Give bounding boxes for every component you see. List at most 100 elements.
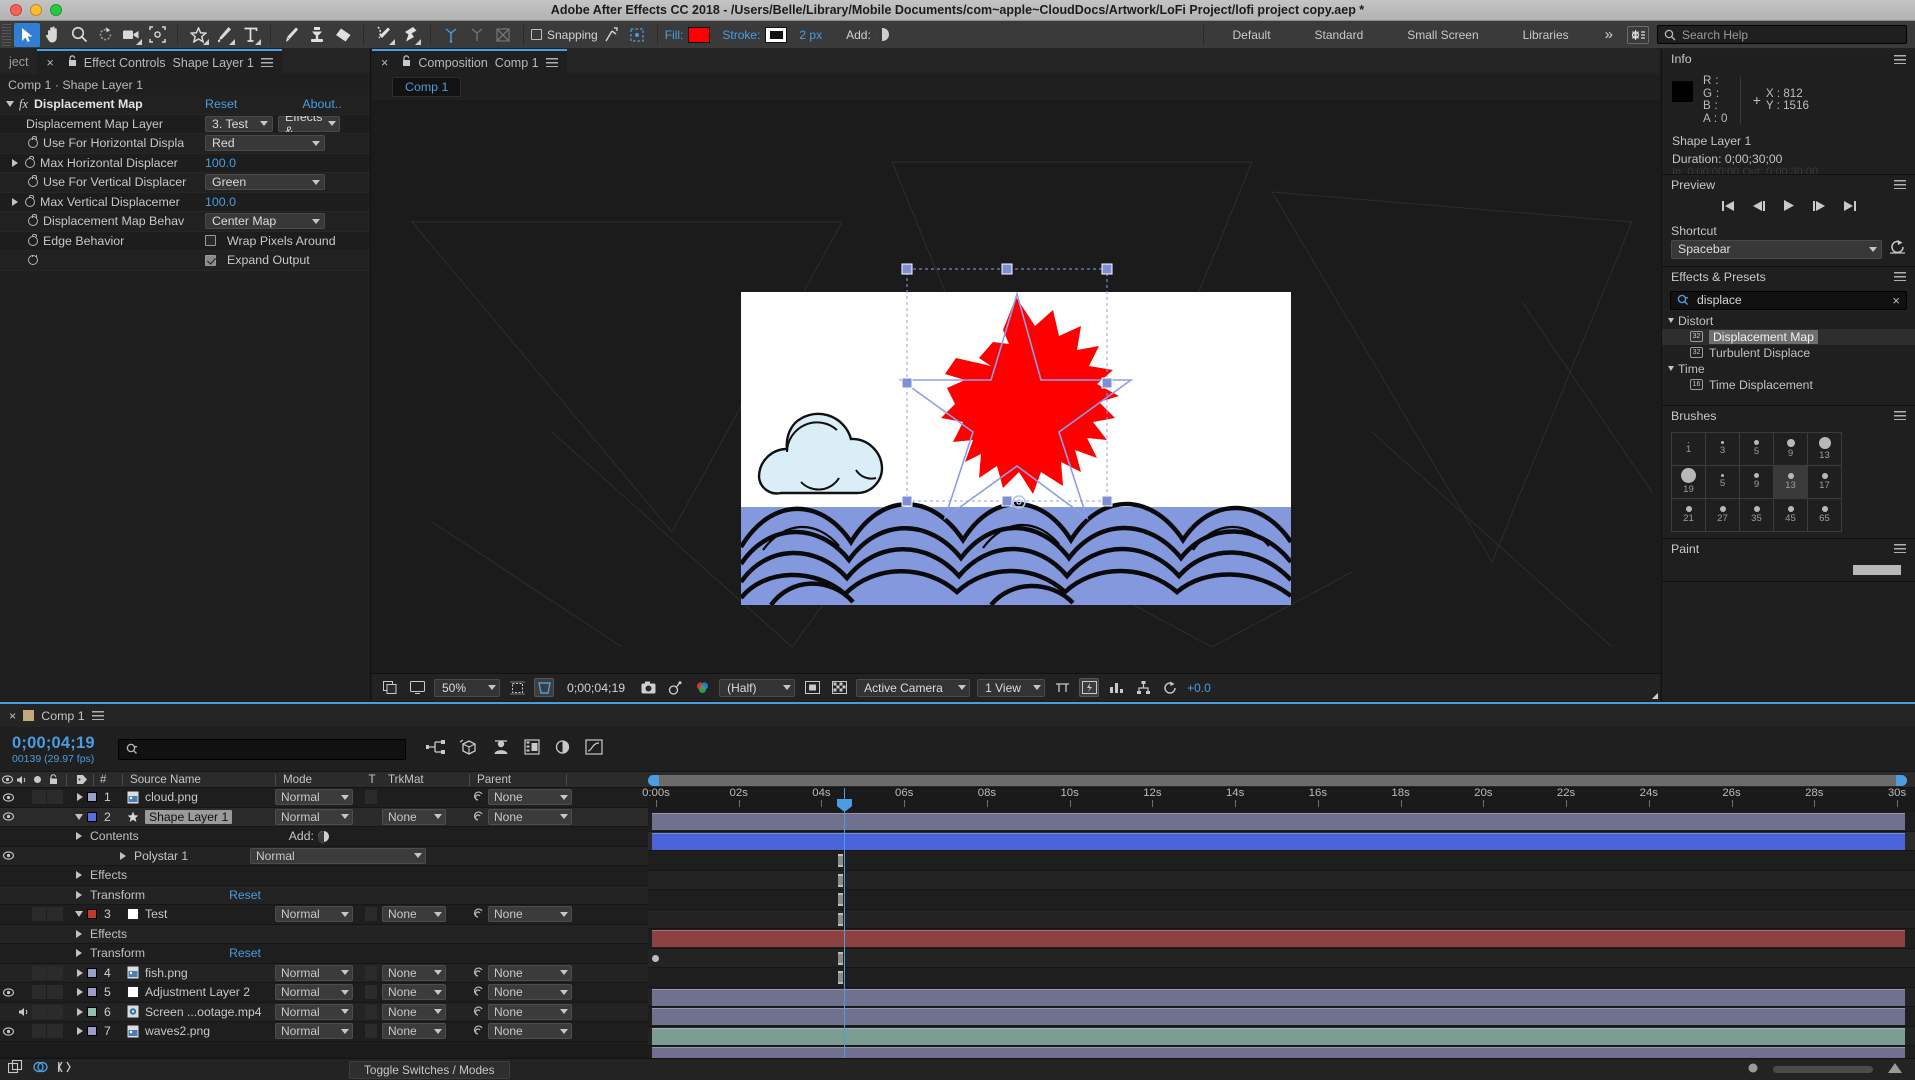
zoom-in-icon[interactable]	[1887, 1061, 1903, 1079]
parent-pickwhip-icon[interactable]	[468, 908, 488, 920]
parent-cell[interactable]: None	[488, 984, 584, 1001]
use-for-vertical-dropdown[interactable]: Green	[205, 174, 325, 191]
keyframe-navigator[interactable]	[838, 912, 843, 926]
share-view-icon[interactable]	[1052, 678, 1072, 697]
motion-blur-icon[interactable]	[554, 739, 571, 760]
frame-blending-icon[interactable]	[524, 738, 540, 760]
current-time-indicator[interactable]	[837, 788, 852, 1068]
column-header-source-name[interactable]: Source Name	[123, 773, 275, 786]
parent-pickwhip-icon[interactable]	[468, 791, 488, 803]
timeline-search-field[interactable]	[118, 738, 406, 760]
keyframe-marker[interactable]	[652, 954, 659, 962]
next-frame-button[interactable]	[1812, 199, 1826, 217]
layer-row[interactable]: 6 Screen ...ootage.mp4 Normal None None	[0, 1002, 648, 1022]
video-toggle[interactable]	[0, 812, 16, 821]
effect-item-time-displacement[interactable]: 16 Time Displacement	[1662, 377, 1915, 393]
first-frame-button[interactable]	[1721, 199, 1735, 217]
solo-toggle[interactable]	[32, 790, 46, 805]
shape-tool[interactable]	[185, 23, 211, 47]
zoom-level-dropdown[interactable]: 50%	[434, 678, 500, 697]
layer-switches-icon[interactable]	[7, 1059, 23, 1079]
layer-mode-cell[interactable]: Normal	[275, 1003, 360, 1020]
track-matte-dropdown[interactable]: None	[382, 1023, 446, 1040]
parent-pickwhip-icon[interactable]	[468, 986, 488, 998]
layer-label-color[interactable]	[87, 967, 97, 978]
brush-tool[interactable]	[278, 23, 304, 47]
paint-color-swatch[interactable]	[1853, 564, 1901, 575]
max-vertical-value[interactable]: 100.0	[205, 195, 236, 209]
layer-duration-bar[interactable]	[652, 1008, 1905, 1025]
track-matte-dropdown[interactable]: None	[382, 808, 446, 825]
panel-menu-icon[interactable]	[91, 711, 104, 720]
column-header-trkmat[interactable]: TrkMat	[383, 773, 469, 786]
property-row[interactable]: Transform Reset	[0, 885, 648, 905]
group-disclosure-icon[interactable]	[76, 929, 82, 938]
transparency-grid-icon[interactable]	[829, 678, 849, 697]
layer-row[interactable]: 5 Adjustment Layer 2 Normal None None	[0, 983, 648, 1003]
draft-3d-icon[interactable]	[459, 739, 478, 760]
layer-row[interactable]: 4 fish.png Normal None None	[0, 963, 648, 983]
stroke-color-swatch[interactable]	[765, 26, 788, 43]
blend-mode-dropdown[interactable]: Normal	[275, 984, 353, 1001]
timeline-button-icon[interactable]	[1106, 678, 1126, 697]
parent-dropdown[interactable]: None	[488, 808, 572, 825]
blend-mode-dropdown[interactable]: Normal	[275, 808, 353, 825]
layer-source-cell[interactable]: Shape Layer 1	[123, 809, 275, 824]
show-snapshot-icon[interactable]	[665, 678, 685, 697]
parent-pickwhip-icon[interactable]	[468, 967, 488, 979]
main-viewer-icon[interactable]	[407, 678, 427, 697]
trkmat-cell[interactable]: None	[382, 964, 468, 981]
stopwatch-icon[interactable]	[28, 136, 38, 149]
group-disclosure-icon[interactable]	[76, 890, 82, 899]
layer-row[interactable]: 3 Test Normal None None	[0, 905, 648, 925]
parent-dropdown[interactable]: None	[488, 1023, 572, 1040]
shape-blend-mode-dropdown[interactable]: Normal	[250, 847, 426, 864]
shape-disclosure-icon[interactable]	[120, 851, 126, 860]
map-behavior-dropdown[interactable]: Center Map	[205, 213, 325, 230]
property-row[interactable]: Effects	[0, 924, 648, 944]
pen-tool[interactable]	[211, 23, 237, 47]
region-of-interest-icon[interactable]	[534, 678, 554, 697]
fill-color-swatch[interactable]	[688, 26, 711, 43]
work-area-bar-top[interactable]	[648, 771, 1915, 788]
layer-source-cell[interactable]: fish.png	[123, 966, 275, 980]
timeline-zoom-slider[interactable]	[1773, 1066, 1873, 1073]
layer-label-color[interactable]	[87, 909, 97, 920]
layer-disclosure-icon[interactable]	[63, 968, 87, 977]
stroke-width-value[interactable]: 2 px	[799, 28, 822, 42]
zoom-tool[interactable]	[66, 23, 92, 47]
tab-effect-controls[interactable]: × Effect Controls Shape Layer 1	[37, 49, 282, 74]
panel-menu-icon[interactable]	[1894, 411, 1906, 421]
workspace-small-screen[interactable]: Small Screen	[1385, 28, 1500, 42]
preserve-transparency-toggle[interactable]	[360, 790, 382, 805]
displacement-map-layer-dropdown[interactable]: 3. Test	[205, 115, 273, 132]
stopwatch-icon[interactable]	[25, 155, 35, 168]
lock-toggle[interactable]	[47, 1024, 63, 1039]
layer-label-color[interactable]	[87, 1026, 97, 1037]
use-for-horizontal-dropdown[interactable]: Red	[205, 135, 325, 152]
transfer-controls-icon[interactable]	[33, 1060, 48, 1079]
keyframe-navigator[interactable]	[838, 893, 843, 906]
add-menu-icon[interactable]	[875, 28, 889, 41]
layer-row[interactable]: 1 cloud.png Normal None	[0, 788, 648, 808]
solo-toggle[interactable]	[32, 985, 46, 1000]
puppet-pin-tool[interactable]	[397, 23, 423, 47]
layer-row[interactable]: 7 waves2.png Normal None None	[0, 1022, 648, 1042]
parent-dropdown[interactable]: None	[488, 789, 572, 806]
selection-handles[interactable]	[372, 102, 1660, 647]
parent-pickwhip-icon[interactable]	[468, 811, 488, 823]
snapping-checkbox[interactable]	[531, 29, 542, 40]
toolbar-grip[interactable]	[2, 23, 11, 46]
property-track[interactable]	[648, 948, 1915, 968]
shortcut-dropdown[interactable]: Spacebar	[1671, 239, 1882, 259]
comp-flowchart-icon[interactable]	[1133, 678, 1153, 697]
brush-preset-cell[interactable]: 5	[1706, 465, 1740, 499]
view-layout-dropdown[interactable]: 1 View	[977, 678, 1046, 697]
selection-tool[interactable]	[14, 22, 40, 47]
lock-icon[interactable]	[402, 55, 411, 70]
parent-cell[interactable]: None	[488, 808, 584, 825]
group-disclosure-icon[interactable]	[76, 949, 82, 958]
layer-label-color[interactable]	[87, 792, 97, 803]
layer-source-cell[interactable]: Screen ...ootage.mp4	[123, 1005, 275, 1019]
lock-toggle[interactable]	[47, 790, 63, 805]
